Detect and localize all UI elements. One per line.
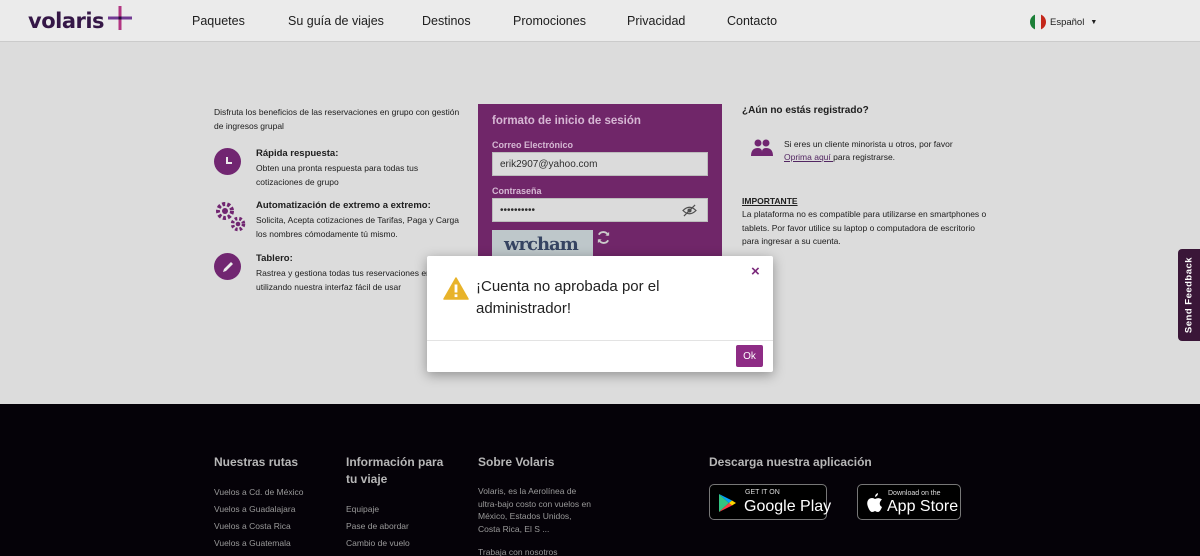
site-footer: Nuestras rutas Vuelos a Cd. de México Vu… [0,404,1200,556]
footer-info-link[interactable]: Pase de abordar [346,521,409,531]
send-feedback-tab[interactable]: Send Feedback [1178,249,1200,341]
alert-modal: ¡Cuenta no aprobada por el administrador… [427,256,773,372]
app-store-label: App Store [887,498,959,515]
footer-route-link[interactable]: Vuelos a Guatemala [214,538,291,548]
footer-route-link[interactable]: Vuelos a Cd. de México [214,487,303,497]
app-store-button[interactable]: Download on the App Store [857,484,961,520]
apple-icon [867,493,882,512]
app-store-small: Download on the [888,490,941,497]
google-play-label: Google Play [744,498,832,515]
footer-info-title: Información para tu viaje [346,455,444,486]
footer-routes-title: Nuestras rutas [214,455,299,469]
feedback-label: Send Feedback [1183,256,1195,334]
footer-info-link[interactable]: Cambio de vuelo [346,538,410,548]
google-play-small: GET IT ON [745,489,780,496]
footer-careers-link[interactable]: Trabaja con nosotros [478,547,558,556]
ok-button[interactable]: Ok [736,345,763,367]
footer-route-link[interactable]: Vuelos a Costa Rica [214,521,291,531]
close-icon[interactable]: × [751,263,760,280]
modal-divider [427,340,773,341]
footer-about-text: Volaris, es la Aerolínea de ultra-bajo c… [478,486,591,534]
footer-info-link[interactable]: Equipaje [346,504,379,514]
google-play-button[interactable]: GET IT ON Google Play [709,484,831,520]
footer-app-title: Descarga nuestra aplicación [709,455,872,469]
warning-icon [443,277,469,300]
modal-message: ¡Cuenta no aprobada por el administrador… [476,278,660,317]
footer-route-link[interactable]: Vuelos a Guadalajara [214,504,295,514]
google-play-icon [719,494,736,512]
footer-about-title: Sobre Volaris [478,455,555,469]
